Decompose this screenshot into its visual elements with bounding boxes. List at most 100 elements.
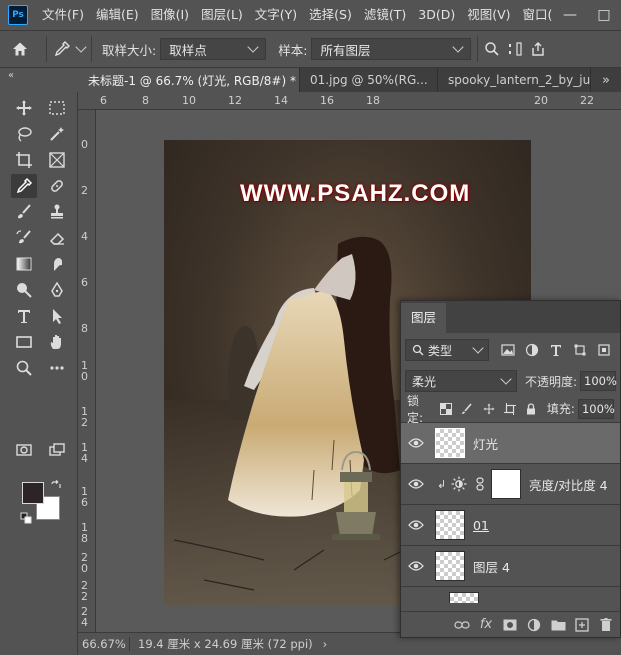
minimize-button[interactable]: — <box>553 0 587 30</box>
rectangle-tool[interactable] <box>11 330 37 354</box>
menu-file[interactable]: 文件(F) <box>36 0 90 30</box>
add-mask-icon[interactable] <box>502 617 518 633</box>
screen-mode-button[interactable] <box>44 438 70 462</box>
tab-01-jpg[interactable]: 01.jpg @ 50%(RG... × <box>300 68 438 92</box>
lock-position-icon[interactable] <box>483 402 495 416</box>
tab-untitled-1[interactable]: 未标题-1 @ 66.7% (灯光, RGB/8#) * × <box>78 68 300 92</box>
layer-row-brightness-contrast[interactable]: ↲ 亮度/对比度 4 <box>401 464 620 505</box>
marquee-icon <box>49 101 65 115</box>
adjustment-layer-icon[interactable] <box>526 617 542 633</box>
more-tools[interactable] <box>44 356 70 380</box>
layer-row-lantern-light[interactable]: 灯光 <box>401 423 620 464</box>
vertical-ruler: 0 2 4 6 8 1 0 1 2 1 4 1 6 1 8 2 0 2 2 2 … <box>78 110 96 632</box>
search-button[interactable] <box>484 41 546 57</box>
layer-row-layer-4[interactable]: 图层 4 <box>401 546 620 587</box>
quick-mask-icon <box>16 444 32 456</box>
eye-icon[interactable] <box>401 437 431 449</box>
type-tool[interactable] <box>11 304 37 328</box>
layer-name[interactable]: 灯光 <box>473 434 498 453</box>
frame-tool[interactable] <box>44 148 70 172</box>
maximize-button[interactable]: □ <box>587 0 621 30</box>
layer-thumbnail[interactable] <box>435 510 465 540</box>
eye-icon[interactable] <box>401 519 431 531</box>
layer-name[interactable]: 01 <box>473 518 489 533</box>
fx-icon[interactable]: fx <box>478 617 494 633</box>
brightness-icon <box>449 476 469 492</box>
new-group-icon[interactable] <box>550 617 566 633</box>
dodge-tool[interactable] <box>11 278 37 302</box>
menu-bar: Ps 文件(F) 编辑(E) 图像(I) 图层(L) 文字(Y) 选择(S) 滤… <box>0 0 621 30</box>
eyedropper-preset[interactable] <box>53 40 87 58</box>
tab-layers[interactable]: 图层 <box>401 303 447 333</box>
layer-row-01[interactable]: 01 <box>401 505 620 546</box>
eye-icon[interactable] <box>401 478 431 490</box>
layer-thumbnail[interactable] <box>435 551 465 581</box>
filter-shape-icon[interactable] <box>571 341 589 359</box>
home-button[interactable] <box>0 40 40 58</box>
filter-adjustment-icon[interactable] <box>523 341 541 359</box>
lock-pixels-icon[interactable] <box>461 402 473 416</box>
zoom-tool[interactable] <box>11 356 37 380</box>
opacity-input[interactable]: 100% <box>580 371 617 391</box>
healing-brush-tool[interactable] <box>44 174 70 198</box>
mask-link-icon[interactable] <box>473 477 487 491</box>
pen-tool[interactable] <box>44 278 70 302</box>
eyedropper-tool[interactable] <box>11 174 37 198</box>
layer-name[interactable]: 亮度/对比度 4 <box>529 475 608 494</box>
lock-transparent-icon[interactable] <box>440 402 453 416</box>
tab-overflow-button[interactable]: » <box>591 68 621 92</box>
layer-kind-filter[interactable]: 类型 <box>405 339 489 361</box>
link-layers-icon[interactable] <box>454 617 470 633</box>
hand-tool[interactable] <box>44 330 70 354</box>
brush-tool[interactable] <box>11 200 37 224</box>
clone-stamp-tool[interactable] <box>44 200 70 224</box>
history-brush-tool[interactable] <box>11 226 37 250</box>
fill-input[interactable]: 100% <box>577 398 615 419</box>
marquee-tool[interactable] <box>44 96 70 120</box>
sample-select[interactable]: 所有图层 <box>311 38 472 60</box>
tab-spooky-lantern[interactable]: spooky_lantern_2_by_jur <box>438 68 591 92</box>
filter-type-icon[interactable] <box>547 341 565 359</box>
path-selection-tool[interactable] <box>44 304 70 328</box>
filter-pixel-icon[interactable] <box>499 341 517 359</box>
menu-select[interactable]: 选择(S) <box>303 0 358 30</box>
filter-smart-object-icon[interactable] <box>595 341 613 359</box>
collapse-toolbar-button[interactable]: « <box>0 68 78 92</box>
magic-wand-tool[interactable] <box>44 122 70 146</box>
status-menu-button[interactable]: › <box>323 637 328 651</box>
share-icon[interactable] <box>530 41 546 57</box>
layer-mask-thumbnail[interactable] <box>491 469 521 499</box>
eraser-tool[interactable] <box>44 226 70 250</box>
smudge-tool[interactable] <box>44 252 70 276</box>
crop-tool[interactable] <box>11 148 37 172</box>
menu-view[interactable]: 视图(V) <box>461 0 516 30</box>
menu-edit[interactable]: 编辑(E) <box>90 0 145 30</box>
sample-size-select[interactable]: 取样点 <box>160 38 267 60</box>
move-tool[interactable] <box>11 96 37 120</box>
menu-layer[interactable]: 图层(L) <box>195 0 249 30</box>
foreground-color-swatch[interactable] <box>22 482 44 504</box>
lock-artboard-icon[interactable] <box>503 402 516 416</box>
layer-name[interactable]: 图层 4 <box>473 557 510 576</box>
gradient-tool[interactable] <box>11 252 37 276</box>
default-colors-button[interactable] <box>20 512 32 524</box>
layer-row-partial[interactable] <box>401 587 620 603</box>
tab-label: 未标题-1 @ 66.7% (灯光, RGB/8#) * <box>88 73 296 88</box>
menu-filter[interactable]: 滤镜(T) <box>358 0 412 30</box>
lock-row: 锁定: 填充: 100% <box>401 394 620 425</box>
layer-thumbnail[interactable] <box>449 592 479 603</box>
quick-mask-button[interactable] <box>11 438 37 462</box>
blend-mode-select[interactable]: 柔光 <box>405 370 517 392</box>
menu-image[interactable]: 图像(I) <box>145 0 195 30</box>
new-layer-icon[interactable] <box>574 617 590 633</box>
lock-all-icon[interactable] <box>525 402 537 416</box>
lasso-tool[interactable] <box>11 122 37 146</box>
swap-colors-button[interactable] <box>50 480 62 492</box>
menu-3d[interactable]: 3D(D) <box>412 0 461 30</box>
menu-type[interactable]: 文字(Y) <box>249 0 303 30</box>
zoom-level[interactable]: 66.67% <box>78 637 130 651</box>
workspace-icon[interactable] <box>508 41 523 57</box>
delete-layer-icon[interactable] <box>598 617 614 633</box>
eye-icon[interactable] <box>401 560 431 572</box>
layer-thumbnail[interactable] <box>435 428 465 458</box>
